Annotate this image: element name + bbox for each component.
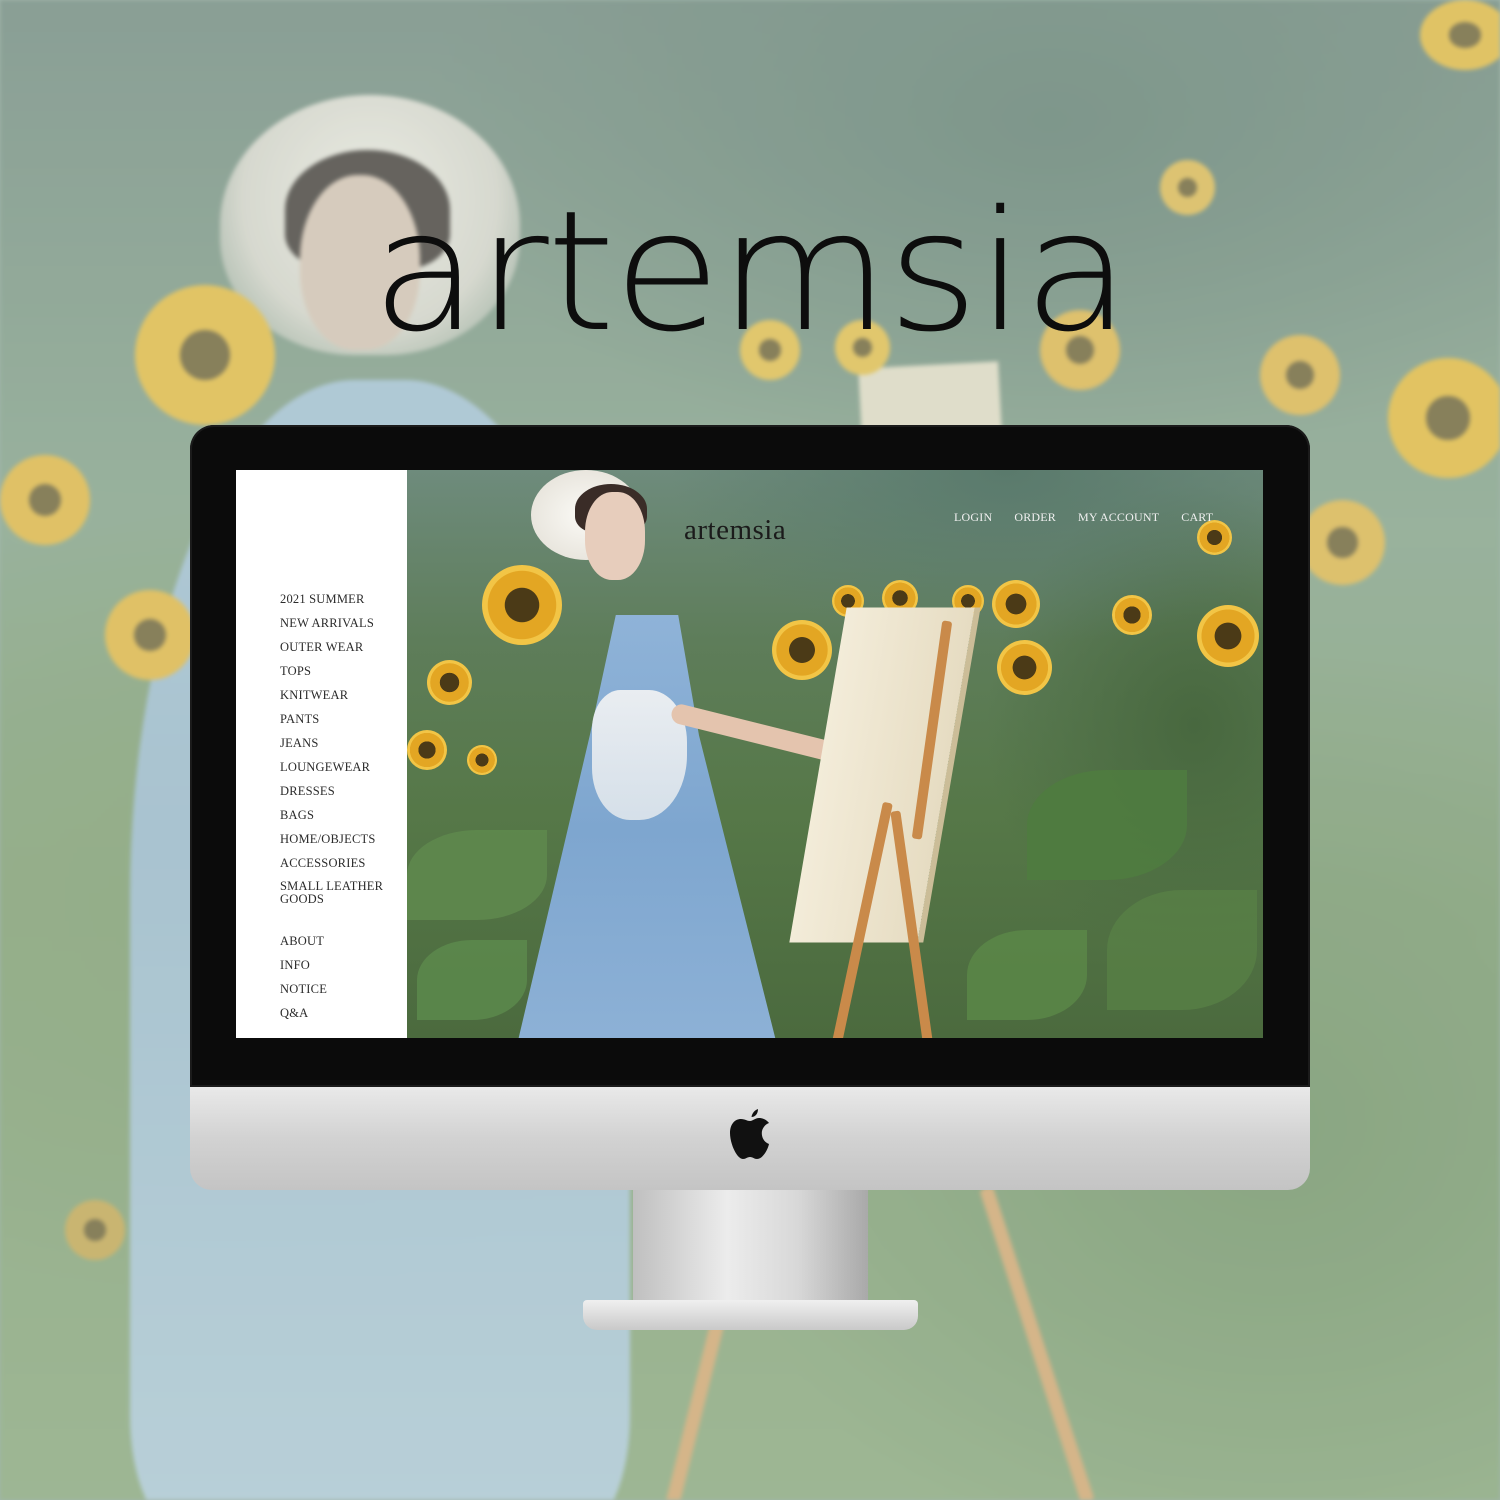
nav-item-info[interactable]: INFO [280,958,327,982]
my-account-link[interactable]: MY ACCOUNT [1078,510,1159,525]
leaf [407,830,547,920]
nav-item-loungewear[interactable]: LOUNGEWEAR [280,760,390,784]
nav-item-pants[interactable]: PANTS [280,712,390,736]
nav-item-dresses[interactable]: DRESSES [280,784,390,808]
cart-link[interactable]: CART [1181,510,1213,525]
login-link[interactable]: LOGIN [954,510,992,525]
sunflower [467,745,497,775]
sunflower [992,580,1040,628]
nav-item-outer-wear[interactable]: OUTER WEAR [280,640,390,664]
sunflower [1197,605,1259,667]
website-screen: 2021 SUMMER NEW ARRIVALS OUTER WEAR TOPS… [236,470,1263,1038]
category-nav: 2021 SUMMER NEW ARRIVALS OUTER WEAR TOPS… [280,592,390,906]
woman-face [585,492,645,580]
info-nav: ABOUT INFO NOTICE Q&A [280,934,327,1030]
sunflower [1197,520,1232,555]
top-menu: LOGIN ORDER MY ACCOUNT CART [954,510,1213,525]
leaf [1027,770,1187,880]
brand-title: artemsia [371,176,1131,369]
nav-item-jeans[interactable]: JEANS [280,736,390,760]
nav-item-accessories[interactable]: ACCESSORIES [280,856,390,880]
nav-item-new-arrivals[interactable]: NEW ARRIVALS [280,616,390,640]
leaf [967,930,1087,1020]
sunflower [997,640,1052,695]
nav-item-about[interactable]: ABOUT [280,934,327,958]
woman-dress [517,615,777,1038]
order-link[interactable]: ORDER [1014,510,1056,525]
sunflower [407,730,447,770]
sunflower [427,660,472,705]
nav-item-tops[interactable]: TOPS [280,664,390,688]
nav-item-notice[interactable]: NOTICE [280,982,327,1006]
monitor-stand-base [583,1300,918,1330]
nav-item-small-leather-goods[interactable]: SMALL LEATHER GOODS [280,880,390,906]
sunflower [772,620,832,680]
nav-item-qa[interactable]: Q&A [280,1006,327,1030]
nav-item-bags[interactable]: BAGS [280,808,390,832]
monitor-stand [633,1190,868,1315]
apple-logo-icon [730,1109,769,1159]
leaf [417,940,527,1020]
nav-item-knitwear[interactable]: KNITWEAR [280,688,390,712]
sidebar: 2021 SUMMER NEW ARRIVALS OUTER WEAR TOPS… [236,470,407,1038]
hero-image: artemsia LOGIN ORDER MY ACCOUNT CART [407,470,1263,1038]
site-logo[interactable]: artemsia [684,514,786,547]
nav-item-home-objects[interactable]: HOME/OBJECTS [280,832,390,856]
sunflower [482,565,562,645]
leaf [1107,890,1257,1010]
nav-item-2021-summer[interactable]: 2021 SUMMER [280,592,390,616]
sunflower [1112,595,1152,635]
